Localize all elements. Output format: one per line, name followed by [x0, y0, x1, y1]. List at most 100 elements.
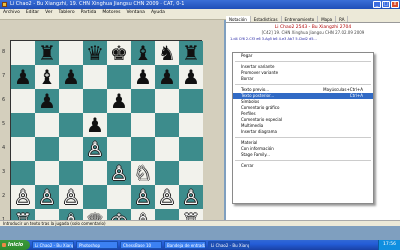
square-d2[interactable]	[83, 185, 107, 209]
square-b2[interactable]: ♙	[35, 185, 59, 209]
menu-separator	[235, 158, 371, 161]
menu-item-label: Multimedia	[241, 123, 264, 128]
context-menu: Pegar Insertar variante Promover variante B…	[232, 52, 374, 204]
square-e2[interactable]	[107, 185, 131, 209]
square-b8[interactable]: ♜	[35, 41, 59, 65]
taskbar-button[interactable]: Li Chao2 - Bu Xiangzhi	[208, 241, 250, 249]
square-f8[interactable]: ♝	[131, 41, 155, 65]
square-c3[interactable]	[59, 161, 83, 185]
context-menu-item[interactable]: Borrar	[233, 76, 373, 82]
square-g6[interactable]	[155, 89, 179, 113]
square-g3[interactable]	[155, 161, 179, 185]
menu-item-label: Texto posterior...	[241, 93, 275, 98]
menu-item-label: Material	[241, 140, 258, 145]
context-menu-item[interactable]: Insertar diagrama	[233, 129, 373, 135]
square-h6[interactable]	[179, 89, 203, 113]
menu-item-partida[interactable]: Partida	[81, 9, 97, 16]
move-list[interactable]: 1.d4 Cf6 2.Cf3 e6 3.Ag5 b6 4.e3 Ab7 5.Cb…	[226, 35, 400, 43]
tab-mapa[interactable]: Mapa	[318, 16, 337, 22]
context-menu-item[interactable]: Pegar	[233, 53, 373, 59]
context-menu-item[interactable]: Stage Family...	[233, 152, 373, 158]
context-menu-item[interactable]: Cerrar	[233, 163, 373, 169]
square-d3[interactable]	[83, 161, 107, 185]
taskbar-button[interactable]: Bandeja de entrada	[164, 241, 206, 249]
square-f2[interactable]: ♙	[131, 185, 155, 209]
menu-item-label: Texto previo...	[241, 87, 270, 92]
square-e4[interactable]	[107, 137, 131, 161]
menu-item-editar[interactable]: Editar	[26, 9, 39, 16]
menu-item-motores[interactable]: Motores	[102, 9, 120, 16]
app-icon	[2, 2, 7, 7]
square-e6[interactable]: ♟	[107, 89, 131, 113]
square-e7[interactable]	[107, 65, 131, 89]
minimize-button[interactable]: _	[373, 1, 381, 8]
square-h7[interactable]: ♟	[179, 65, 203, 89]
square-e5[interactable]	[107, 113, 131, 137]
menu-item-ventana[interactable]: Ventana	[126, 9, 144, 16]
square-g2[interactable]: ♙	[155, 185, 179, 209]
menubar: Archivo Editar Ver Tablero Partida Motores Ven…	[0, 9, 400, 16]
square-b7[interactable]: ♝	[35, 65, 59, 89]
square-e3[interactable]: ♙	[107, 161, 131, 185]
square-a2[interactable]: ♙	[11, 185, 35, 209]
square-b6[interactable]: ♟	[35, 89, 59, 113]
square-g8[interactable]: ♞	[155, 41, 179, 65]
square-b4[interactable]	[35, 137, 59, 161]
menu-item-ver[interactable]: Ver	[45, 9, 52, 16]
square-a8[interactable]	[11, 41, 35, 65]
desktop-area	[0, 226, 400, 240]
square-c2[interactable]: ♙	[59, 185, 83, 209]
menu-item-archivo[interactable]: Archivo	[3, 9, 20, 16]
square-d6[interactable]	[83, 89, 107, 113]
taskbar-button[interactable]: ChessBase 10	[120, 241, 162, 249]
chess-board[interactable]: ♜♛♚♝♞♜♟♝♟♟♟♟♟♟♟♙♙♘♙♙♙♙♙♙♖♗♕♔♗♖	[10, 40, 203, 233]
menu-item-tablero[interactable]: Tablero	[59, 9, 75, 16]
square-e8[interactable]: ♚	[107, 41, 131, 65]
close-button[interactable]: x	[391, 1, 399, 8]
square-c7[interactable]: ♟	[59, 65, 83, 89]
square-a6[interactable]	[11, 89, 35, 113]
square-f4[interactable]	[131, 137, 155, 161]
square-c6[interactable]	[59, 89, 83, 113]
square-d8[interactable]: ♛	[83, 41, 107, 65]
square-f7[interactable]: ♟	[131, 65, 155, 89]
rank-label: 6	[2, 97, 6, 103]
menu-item-label: Símbolos	[241, 99, 260, 104]
square-a4[interactable]	[11, 137, 35, 161]
square-g7[interactable]: ♟	[155, 65, 179, 89]
tab-notación[interactable]: Notación	[226, 16, 251, 22]
square-h8[interactable]: ♜	[179, 41, 203, 65]
menu-item-ayuda[interactable]: Ayuda	[151, 9, 165, 16]
square-f6[interactable]	[131, 89, 155, 113]
square-h2[interactable]: ♙	[179, 185, 203, 209]
maximize-button[interactable]: □	[382, 1, 390, 8]
square-a3[interactable]	[11, 161, 35, 185]
square-b5[interactable]	[35, 113, 59, 137]
square-a7[interactable]: ♟	[11, 65, 35, 89]
square-d5[interactable]: ♟	[83, 113, 107, 137]
square-c8[interactable]	[59, 41, 83, 65]
menu-item-label: Comentario especial	[241, 117, 283, 122]
square-h3[interactable]	[179, 161, 203, 185]
square-f3[interactable]: ♘	[131, 161, 155, 185]
square-h4[interactable]	[179, 137, 203, 161]
square-c4[interactable]	[59, 137, 83, 161]
square-g5[interactable]	[155, 113, 179, 137]
tab-entrenamiento[interactable]: Entrenamiento	[282, 16, 319, 22]
taskbar-button[interactable]: Photoshop	[76, 241, 118, 249]
menu-item-label: Stage Family...	[241, 152, 270, 157]
square-f5[interactable]	[131, 113, 155, 137]
taskbar-button[interactable]: Li Chao2 - Bu Xiangzhi	[32, 241, 74, 249]
start-button[interactable]: Inicio	[0, 240, 30, 250]
square-g4[interactable]	[155, 137, 179, 161]
square-h5[interactable]	[179, 113, 203, 137]
square-a5[interactable]	[11, 113, 35, 137]
menu-item-label: Promover variante	[241, 70, 279, 75]
square-d7[interactable]	[83, 65, 107, 89]
rank-label: 7	[2, 73, 6, 79]
square-d4[interactable]: ♙	[83, 137, 107, 161]
square-b3[interactable]	[35, 161, 59, 185]
tab-estadísticas[interactable]: Estadísticas	[251, 16, 282, 22]
tab-ra[interactable]: RA	[336, 16, 349, 22]
square-c5[interactable]	[59, 113, 83, 137]
